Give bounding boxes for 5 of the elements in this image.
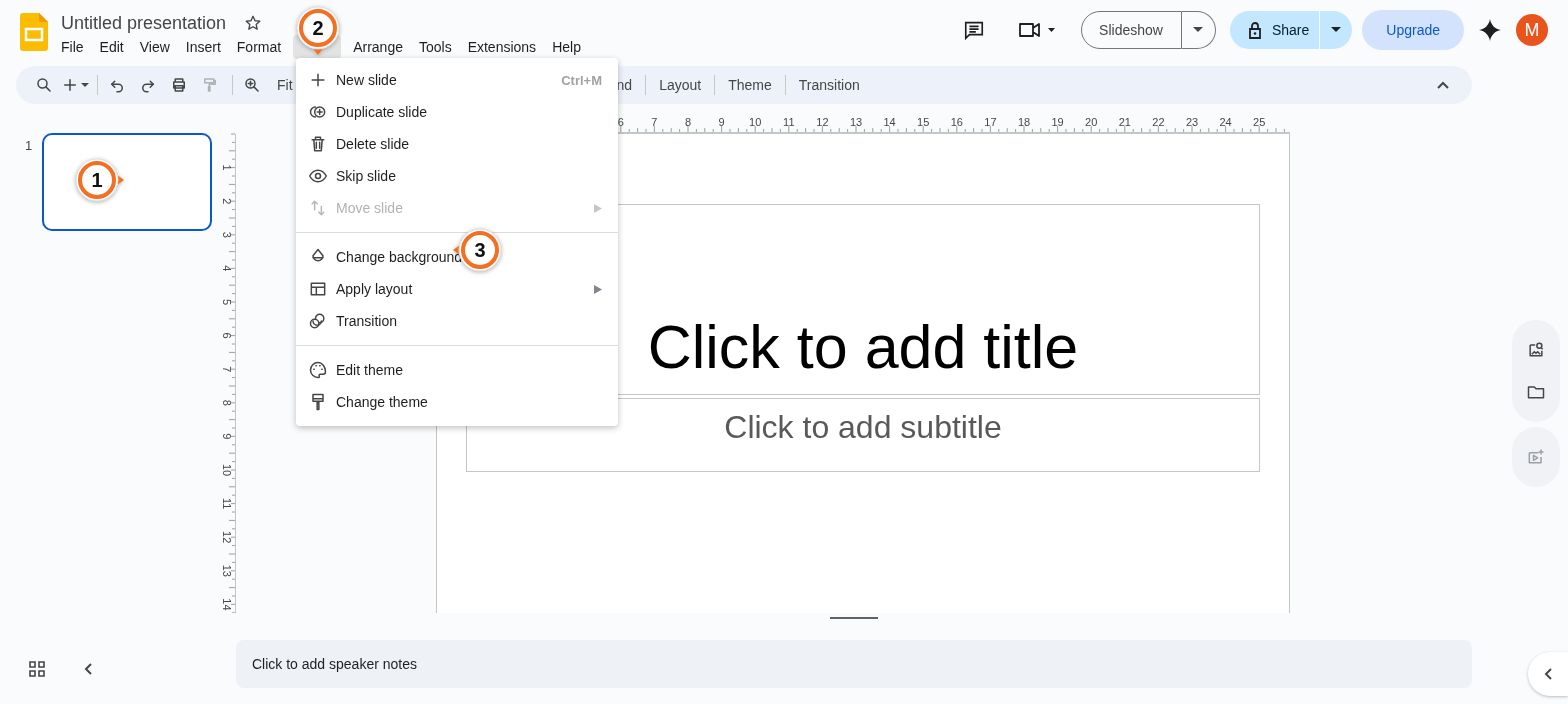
vertical-ruler: 1 2 3 4 5 6 7 8 9 10 11 12 13 14 [218, 133, 236, 613]
title-placeholder: Click to add title [647, 312, 1079, 382]
subtitle-placeholder: Click to add subtitle [724, 409, 1002, 447]
slide-number: 1 [24, 138, 34, 153]
shortcut-label: Ctrl+M [561, 72, 602, 88]
